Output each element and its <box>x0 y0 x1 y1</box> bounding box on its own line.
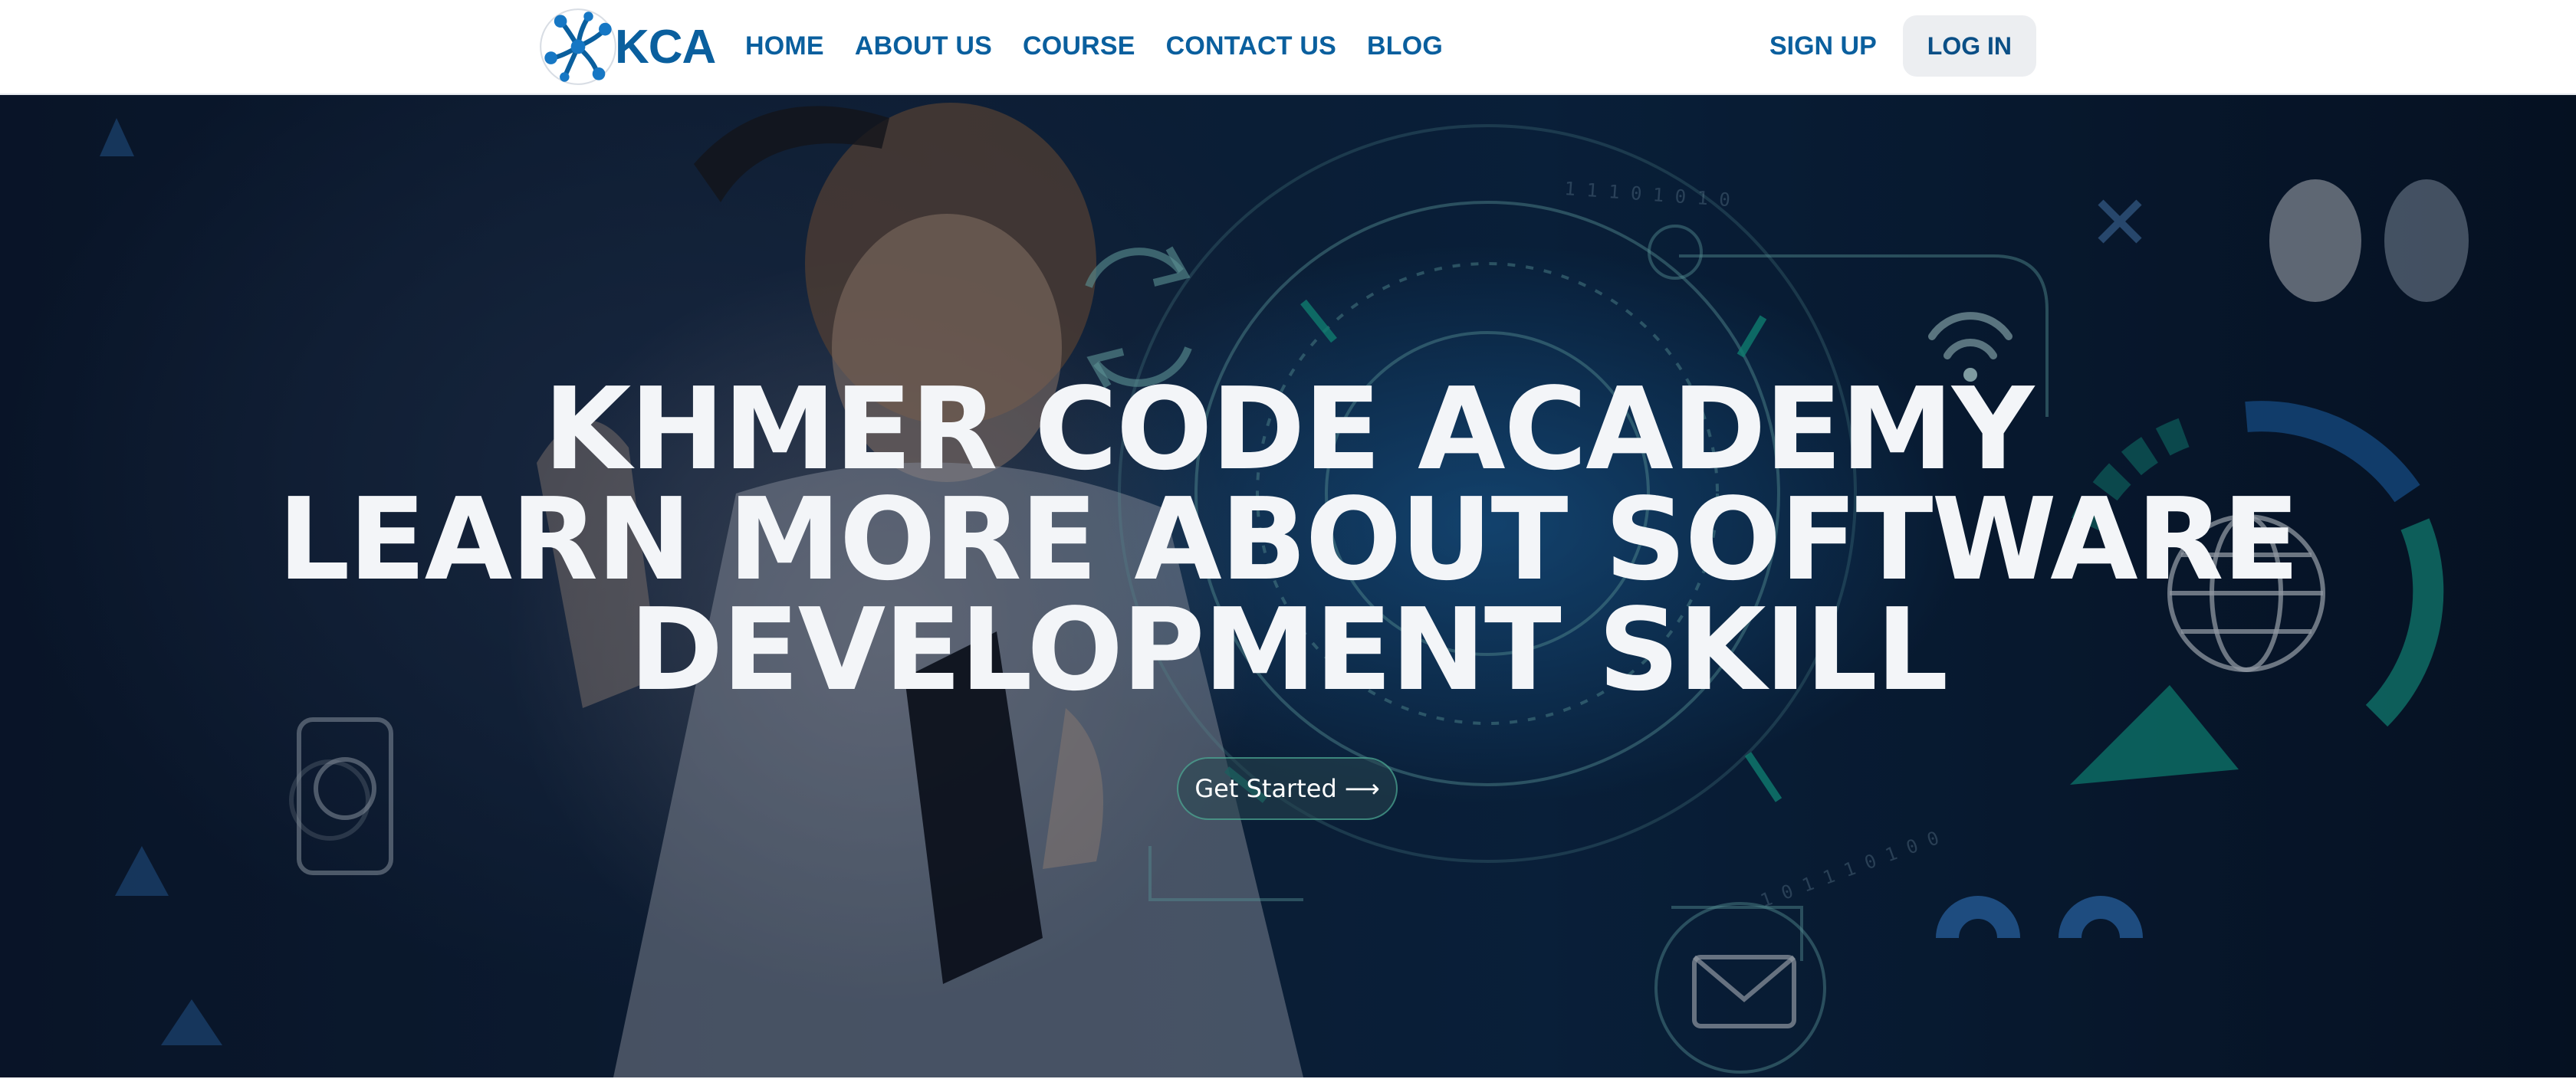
nav-course-link[interactable]: COURSE <box>1023 31 1135 61</box>
sign-up-link[interactable]: SIGN UP <box>1769 31 1877 61</box>
molecule-logo-icon <box>540 8 616 85</box>
get-started-button[interactable]: Get Started ⟶ <box>1177 757 1398 820</box>
arrow-right-icon: ⟶ <box>1344 774 1380 803</box>
nav-contact-us-link[interactable]: CONTACT US <box>1166 31 1336 61</box>
log-in-button[interactable]: LOG IN <box>1902 15 2036 77</box>
brand-name: KCA <box>615 20 716 74</box>
brand-home-link[interactable]: KCA <box>538 5 716 89</box>
headline-line-1: KHMER CODE ACADEMY <box>543 363 2034 495</box>
top-navbar: KCA HOME ABOUT US COURSE CONTACT US BLOG… <box>0 0 2576 95</box>
headline-line-2: LEARN MORE ABOUT SOFTWARE <box>278 474 2299 605</box>
auth-actions: SIGN UP LOG IN <box>1769 0 2036 92</box>
main-nav: HOME ABOUT US COURSE CONTACT US BLOG <box>745 0 1474 92</box>
nav-home-link[interactable]: HOME <box>745 31 824 61</box>
headline-line-3: DEVELOPMENT SKILL <box>629 584 1949 716</box>
nav-about-us-link[interactable]: ABOUT US <box>855 31 992 61</box>
nav-blog-link[interactable]: BLOG <box>1367 31 1443 61</box>
get-started-label: Get Started <box>1194 774 1337 803</box>
hero-headline: KHMER CODE ACADEMY LEARN MORE ABOUT SOFT… <box>0 363 2576 716</box>
hero-banner: 1 1 1 0 1 0 1 0 1 0 1 1 1 0 1 0 0 KHMER … <box>0 95 2576 1077</box>
